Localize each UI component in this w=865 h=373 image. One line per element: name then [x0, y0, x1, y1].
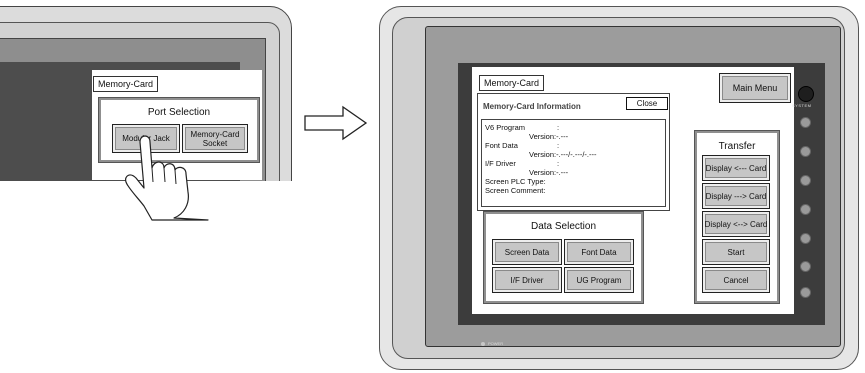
power-label: POWER — [488, 341, 504, 346]
function-key-6[interactable] — [800, 261, 811, 272]
info-details-box: V6 Program : Version:-.--- Font Data : V… — [481, 119, 666, 207]
function-key-3[interactable] — [800, 175, 811, 186]
transfer-group: Transfer Display <--- Card Display ---> … — [694, 130, 780, 304]
ug-program-button[interactable]: UG Program — [564, 267, 634, 293]
function-key-5[interactable] — [800, 233, 811, 244]
pointing-hand-icon — [125, 135, 209, 221]
v6-program-label: V6 Program — [485, 123, 526, 132]
right-screen-title: Memory-Card — [479, 75, 545, 91]
data-selection-title: Data Selection — [530, 221, 597, 232]
v6-program-colon: : — [557, 123, 560, 132]
close-button[interactable]: Close — [626, 97, 668, 110]
function-key-4[interactable] — [800, 204, 811, 215]
screen-data-button[interactable]: Screen Data — [492, 239, 562, 265]
font-data-version: Version:-.---/-.---/-.--- — [529, 150, 597, 159]
system-key-label: SYSTEM — [792, 103, 812, 108]
function-key-1[interactable] — [800, 117, 811, 128]
cancel-button[interactable]: Cancel — [702, 267, 770, 293]
main-menu-button[interactable]: Main Menu — [719, 73, 791, 103]
display-compare-card-button[interactable]: Display <--> Card — [702, 211, 770, 237]
font-data-label: Font Data — [485, 141, 518, 150]
if-driver-button[interactable]: I/F Driver — [492, 267, 562, 293]
function-key-2[interactable] — [800, 146, 811, 157]
info-window-title: Memory-Card Information — [483, 102, 581, 111]
display-from-card-button[interactable]: Display <--- Card — [702, 155, 770, 181]
system-key[interactable] — [798, 86, 814, 102]
display-to-card-button[interactable]: Display ---> Card — [702, 183, 770, 209]
left-screen-title: Memory-Card — [93, 76, 159, 92]
power-indicator — [481, 342, 485, 346]
if-driver-version: Version:-.--- — [529, 168, 569, 177]
start-button[interactable]: Start — [702, 239, 770, 265]
font-data-colon: : — [557, 141, 560, 150]
font-data-button[interactable]: Font Data — [564, 239, 634, 265]
if-driver-colon: : — [557, 159, 560, 168]
screen-comment-label: Screen Comment: — [485, 186, 546, 195]
if-driver-label: I/F Driver — [485, 159, 516, 168]
screen-plc-type-label: Screen PLC Type: — [485, 177, 546, 186]
data-selection-group: Data Selection Screen Data Font Data I/F… — [483, 211, 644, 304]
function-key-7[interactable] — [800, 287, 811, 298]
transfer-title: Transfer — [718, 141, 756, 152]
right-arrow-icon — [304, 105, 368, 141]
port-selection-title: Port Selection — [147, 107, 211, 118]
memory-card-info-window: Memory-Card Information Close V6 Program… — [477, 93, 670, 211]
v6-program-version: Version:-.--- — [529, 132, 569, 141]
